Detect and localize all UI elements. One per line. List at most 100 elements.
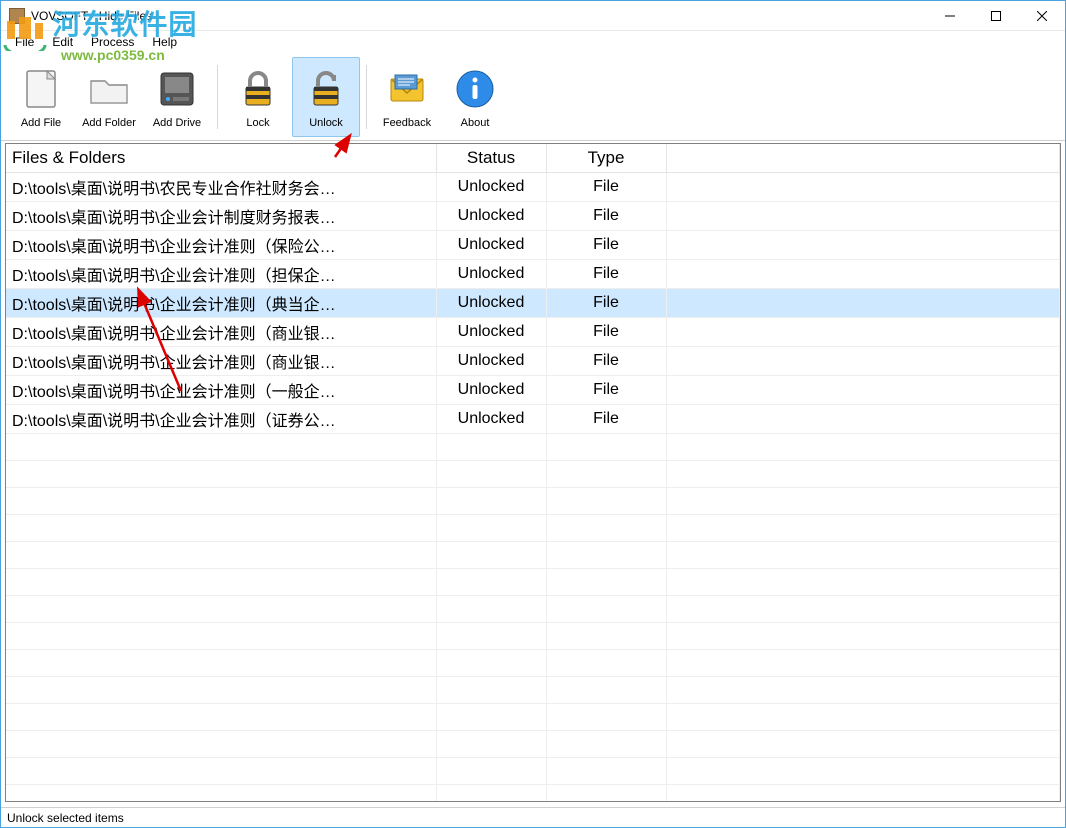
- header-empty: [666, 144, 1060, 173]
- table-row-empty: [6, 650, 1060, 677]
- cell-path[interactable]: D:\tools\桌面\说明书\企业会计准则（商业银…: [6, 347, 436, 376]
- file-icon: [17, 65, 65, 113]
- add-folder-label: Add Folder: [82, 117, 136, 129]
- add-file-button[interactable]: Add File: [7, 57, 75, 137]
- cell-empty: [666, 173, 1060, 202]
- table-row-empty: [6, 488, 1060, 515]
- feedback-label: Feedback: [383, 117, 431, 129]
- table-row-empty: [6, 758, 1060, 785]
- maximize-button[interactable]: [973, 1, 1019, 30]
- table-row-empty: [6, 569, 1060, 596]
- window-title: VOVSOFT - Hide Files: [31, 9, 152, 23]
- cell-path[interactable]: D:\tools\桌面\说明书\企业会计准则（典当企…: [6, 289, 436, 318]
- cell-status[interactable]: Unlocked: [436, 260, 546, 289]
- toolbar-separator: [217, 65, 218, 129]
- header-status[interactable]: Status: [436, 144, 546, 173]
- unlock-label: Unlock: [309, 117, 343, 129]
- lock-button[interactable]: Lock: [224, 57, 292, 137]
- cell-type[interactable]: File: [546, 202, 666, 231]
- cell-status[interactable]: Unlocked: [436, 173, 546, 202]
- table-row[interactable]: D:\tools\桌面\说明书\企业会计准则（一般企…UnlockedFile: [6, 376, 1060, 405]
- app-icon: [9, 8, 25, 24]
- table-row[interactable]: D:\tools\桌面\说明书\农民专业合作社财务会…UnlockedFile: [6, 173, 1060, 202]
- file-grid-wrap: Files & Folders Status Type D:\tools\桌面\…: [5, 143, 1061, 802]
- cell-status[interactable]: Unlocked: [436, 376, 546, 405]
- table-row-empty: [6, 785, 1060, 803]
- cell-status[interactable]: Unlocked: [436, 231, 546, 260]
- cell-empty: [666, 289, 1060, 318]
- table-row-empty: [6, 623, 1060, 650]
- cell-type[interactable]: File: [546, 318, 666, 347]
- table-row[interactable]: D:\tools\桌面\说明书\企业会计制度财务报表…UnlockedFile: [6, 202, 1060, 231]
- unlock-button[interactable]: Unlock: [292, 57, 360, 137]
- table-row[interactable]: D:\tools\桌面\说明书\企业会计准则（商业银…UnlockedFile: [6, 318, 1060, 347]
- cell-type[interactable]: File: [546, 231, 666, 260]
- cell-path[interactable]: D:\tools\桌面\说明书\企业会计准则（担保企…: [6, 260, 436, 289]
- cell-empty: [666, 231, 1060, 260]
- cell-empty: [666, 318, 1060, 347]
- drive-icon: [153, 65, 201, 113]
- table-row-empty: [6, 704, 1060, 731]
- toolbar: Add File Add Folder Add Drive: [1, 53, 1065, 141]
- lock-label: Lock: [246, 117, 269, 129]
- grid-header-row[interactable]: Files & Folders Status Type: [6, 144, 1060, 173]
- toolbar-separator-2: [366, 65, 367, 129]
- cell-status[interactable]: Unlocked: [436, 202, 546, 231]
- cell-status[interactable]: Unlocked: [436, 318, 546, 347]
- header-files[interactable]: Files & Folders: [6, 144, 436, 173]
- table-row-empty: [6, 515, 1060, 542]
- table-row[interactable]: D:\tools\桌面\说明书\企业会计准则（商业银…UnlockedFile: [6, 347, 1060, 376]
- titlebar: VOVSOFT - Hide Files: [1, 1, 1065, 31]
- folder-icon: [85, 65, 133, 113]
- cell-status[interactable]: Unlocked: [436, 347, 546, 376]
- table-row-empty: [6, 542, 1060, 569]
- close-button[interactable]: [1019, 1, 1065, 30]
- header-type[interactable]: Type: [546, 144, 666, 173]
- add-folder-button[interactable]: Add Folder: [75, 57, 143, 137]
- unlock-icon: [302, 65, 350, 113]
- cell-path[interactable]: D:\tools\桌面\说明书\农民专业合作社财务会…: [6, 173, 436, 202]
- table-row[interactable]: D:\tools\桌面\说明书\企业会计准则（担保企…UnlockedFile: [6, 260, 1060, 289]
- cell-type[interactable]: File: [546, 173, 666, 202]
- cell-empty: [666, 347, 1060, 376]
- feedback-button[interactable]: Feedback: [373, 57, 441, 137]
- cell-status[interactable]: Unlocked: [436, 405, 546, 434]
- add-drive-label: Add Drive: [153, 117, 201, 129]
- lock-icon: [234, 65, 282, 113]
- cell-type[interactable]: File: [546, 260, 666, 289]
- envelope-icon: [383, 65, 431, 113]
- menu-file[interactable]: File: [7, 33, 42, 51]
- menu-process[interactable]: Process: [83, 33, 142, 51]
- about-button[interactable]: About: [441, 57, 509, 137]
- info-icon: [451, 65, 499, 113]
- add-drive-button[interactable]: Add Drive: [143, 57, 211, 137]
- cell-empty: [666, 405, 1060, 434]
- menu-help[interactable]: Help: [144, 33, 185, 51]
- statusbar: Unlock selected items: [1, 807, 1065, 827]
- table-row[interactable]: D:\tools\桌面\说明书\企业会计准则（保险公…UnlockedFile: [6, 231, 1060, 260]
- cell-empty: [666, 376, 1060, 405]
- table-row-empty: [6, 677, 1060, 704]
- cell-path[interactable]: D:\tools\桌面\说明书\企业会计准则（保险公…: [6, 231, 436, 260]
- table-row-empty: [6, 596, 1060, 623]
- add-file-label: Add File: [21, 117, 61, 129]
- cell-type[interactable]: File: [546, 376, 666, 405]
- cell-status[interactable]: Unlocked: [436, 289, 546, 318]
- cell-path[interactable]: D:\tools\桌面\说明书\企业会计准则（一般企…: [6, 376, 436, 405]
- table-row[interactable]: D:\tools\桌面\说明书\企业会计准则（证券公…UnlockedFile: [6, 405, 1060, 434]
- titlebar-left: VOVSOFT - Hide Files: [1, 8, 152, 24]
- table-row[interactable]: D:\tools\桌面\说明书\企业会计准则（典当企…UnlockedFile: [6, 289, 1060, 318]
- cell-type[interactable]: File: [546, 405, 666, 434]
- table-row-empty: [6, 731, 1060, 758]
- cell-path[interactable]: D:\tools\桌面\说明书\企业会计准则（商业银…: [6, 318, 436, 347]
- file-grid[interactable]: Files & Folders Status Type D:\tools\桌面\…: [6, 144, 1060, 802]
- table-row-empty: [6, 461, 1060, 488]
- menubar: File Edit Process Help: [1, 31, 1065, 53]
- menu-edit[interactable]: Edit: [44, 33, 81, 51]
- cell-path[interactable]: D:\tools\桌面\说明书\企业会计准则（证券公…: [6, 405, 436, 434]
- statusbar-text: Unlock selected items: [7, 811, 124, 825]
- cell-type[interactable]: File: [546, 289, 666, 318]
- cell-path[interactable]: D:\tools\桌面\说明书\企业会计制度财务报表…: [6, 202, 436, 231]
- minimize-button[interactable]: [927, 1, 973, 30]
- cell-type[interactable]: File: [546, 347, 666, 376]
